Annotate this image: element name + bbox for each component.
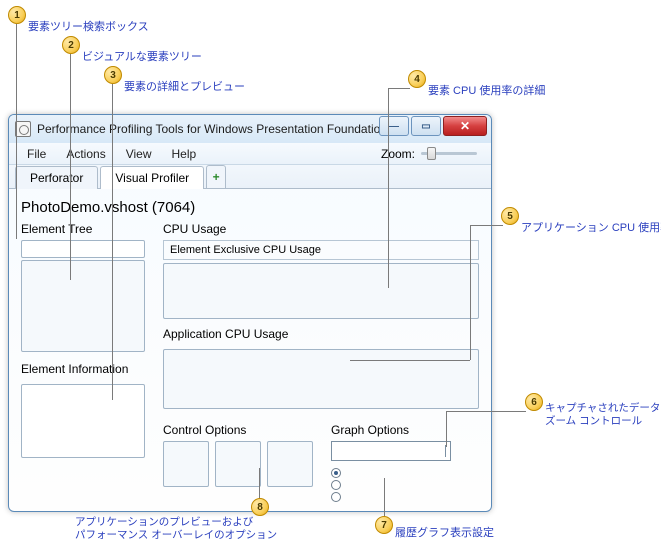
element-tree-view[interactable]	[21, 260, 145, 352]
menu-view[interactable]: View	[116, 145, 162, 163]
callout-marker-1: 1	[8, 6, 26, 24]
graph-radio-2[interactable]	[331, 480, 341, 490]
callout-label-5: アプリケーション CPU 使用率の詳細	[521, 219, 661, 235]
callout-label-4: 要素 CPU 使用率の詳細	[428, 82, 545, 98]
control-options-header: Control Options	[163, 423, 313, 437]
right-column: CPU Usage Element Exclusive CPU Usage Ap…	[163, 222, 479, 504]
callout-marker-8: 8	[251, 498, 269, 516]
tab-add[interactable]: +	[206, 165, 226, 188]
menu-help[interactable]: Help	[162, 145, 207, 163]
callout-marker-5: 5	[501, 207, 519, 225]
app-icon	[15, 121, 31, 137]
close-button[interactable]: ✕	[443, 116, 487, 136]
callout-leader	[388, 88, 389, 288]
callout-marker-3: 3	[104, 66, 122, 84]
window-controls: — ▭ ✕	[377, 116, 487, 136]
callout-label-7: 履歴グラフ表示設定	[395, 524, 494, 540]
callout-leader	[470, 225, 471, 360]
menubar: File Actions View Help Zoom:	[9, 143, 491, 165]
callout-label-6a: キャプチャされたデータの	[545, 402, 661, 416]
callout-leader	[446, 411, 526, 412]
left-column: Element Tree Element Information	[21, 222, 145, 504]
graph-display-radios	[331, 468, 479, 502]
element-info-header: Element Information	[21, 362, 145, 376]
element-tree-header: Element Tree	[21, 222, 145, 236]
callout-leader	[259, 468, 260, 500]
control-option-box-1[interactable]	[163, 441, 209, 487]
titlebar[interactable]: Performance Profiling Tools for Windows …	[9, 115, 491, 143]
element-cpu-graph	[163, 263, 479, 319]
callout-label-6b: ズーム コントロール	[545, 415, 642, 429]
cpu-usage-header: CPU Usage	[163, 222, 479, 236]
graph-radio-1[interactable]	[331, 468, 341, 478]
zoom-control: Zoom:	[381, 147, 491, 161]
graph-options-header: Graph Options	[331, 423, 479, 437]
callout-leader	[388, 88, 410, 89]
callout-marker-4: 4	[408, 70, 426, 88]
callout-leader	[112, 84, 113, 400]
callout-marker-7: 7	[375, 516, 393, 534]
process-name: PhotoDemo.vshost (7064)	[21, 199, 479, 216]
callout-label-8a: アプリケーションのプレビューおよび	[75, 516, 253, 530]
menu-file[interactable]: File	[17, 145, 56, 163]
callout-leader	[350, 360, 470, 361]
zoom-label: Zoom:	[381, 147, 415, 161]
zoom-slider-thumb[interactable]	[427, 147, 436, 160]
bottom-row: Control Options Graph Options	[163, 423, 479, 504]
zoom-slider[interactable]	[421, 152, 477, 155]
callout-label-2: ビジュアルな要素ツリー	[82, 48, 202, 64]
window-title: Performance Profiling Tools for Windows …	[37, 122, 387, 136]
control-option-box-3[interactable]	[267, 441, 313, 487]
graph-options-section: Graph Options	[331, 423, 479, 504]
callout-label-8b: パフォーマンス オーバーレイのオプション	[75, 529, 277, 543]
callout-leader	[384, 478, 385, 518]
app-cpu-header: Application CPU Usage	[163, 327, 479, 341]
application-cpu-graph	[163, 349, 479, 409]
minimize-button[interactable]: —	[379, 116, 409, 136]
maximize-button[interactable]: ▭	[411, 116, 441, 136]
callout-label-3: 要素の詳細とプレビュー	[124, 78, 245, 94]
callout-leader	[446, 411, 447, 447]
menu-actions[interactable]: Actions	[56, 145, 115, 163]
callout-leader	[16, 24, 17, 239]
app-window: Performance Profiling Tools for Windows …	[8, 114, 492, 512]
content-area: PhotoDemo.vshost (7064) Element Tree Ele…	[9, 189, 491, 514]
tab-perforator[interactable]: Perforator	[15, 166, 98, 189]
element-tree-search-input[interactable]	[21, 240, 145, 258]
callout-leader	[70, 54, 71, 280]
element-info-preview	[21, 384, 145, 458]
callout-marker-2: 2	[62, 36, 80, 54]
callout-leader	[470, 225, 503, 226]
control-options-section: Control Options	[163, 423, 313, 504]
callout-marker-6: 6	[525, 393, 543, 411]
element-exclusive-cpu-label: Element Exclusive CPU Usage	[163, 240, 479, 260]
tabstrip: Perforator Visual Profiler +	[9, 165, 491, 189]
graph-zoom-field[interactable]	[331, 441, 451, 461]
control-option-box-2[interactable]	[215, 441, 261, 487]
callout-label-1: 要素ツリー検索ボックス	[28, 18, 149, 34]
tab-visual-profiler[interactable]: Visual Profiler	[100, 166, 204, 189]
graph-radio-3[interactable]	[331, 492, 341, 502]
